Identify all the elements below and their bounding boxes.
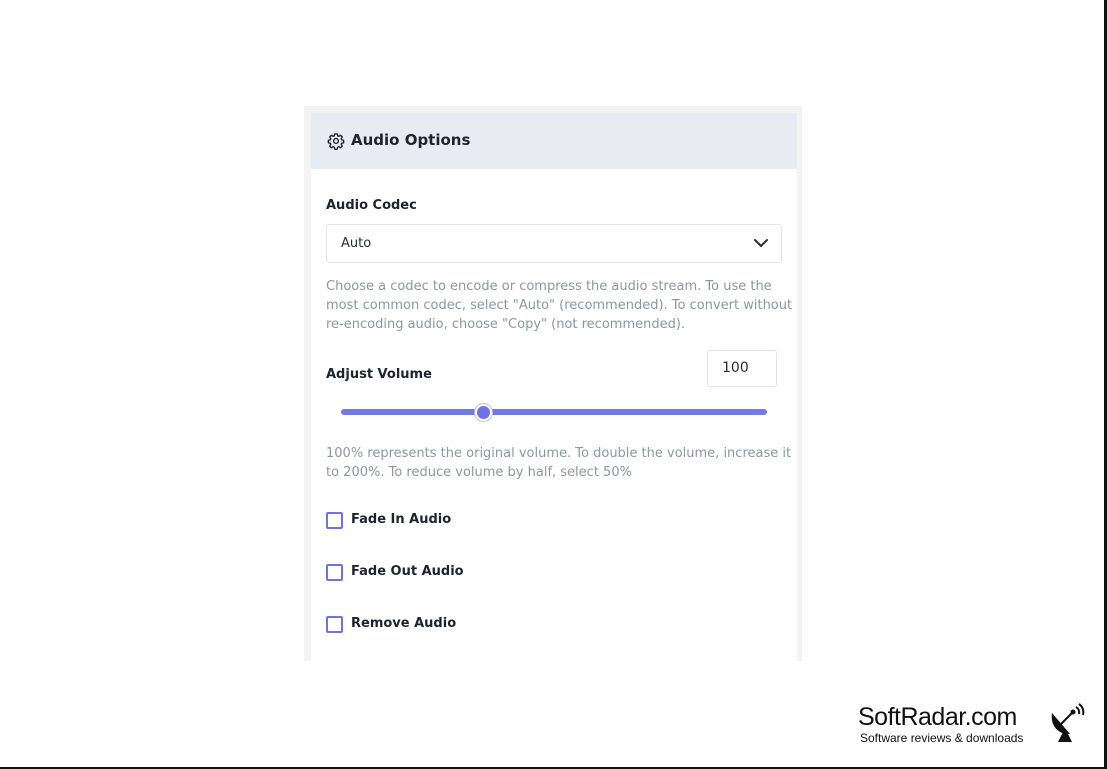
remove-audio-label[interactable]: Remove Audio <box>351 615 456 632</box>
watermark-tagline: Software reviews & downloads <box>860 731 1024 745</box>
volume-slider-track[interactable] <box>341 409 767 415</box>
audio-codec-select[interactable]: Auto <box>326 224 782 263</box>
remove-audio-checkbox[interactable] <box>326 616 343 633</box>
satellite-dish-icon <box>1051 703 1085 742</box>
volume-help-line: to 200%. To reduce volume by half, selec… <box>326 465 632 480</box>
audio-codec-label: Audio Codec <box>326 198 417 213</box>
adjust-volume-label: Adjust Volume <box>326 367 432 382</box>
softradar-watermark: SoftRadar.com Software reviews & downloa… <box>858 703 1088 749</box>
gear-icon <box>327 133 345 150</box>
card-header: Audio Options <box>311 113 797 169</box>
volume-slider-thumb[interactable] <box>474 404 492 421</box>
fade-out-audio-checkbox[interactable] <box>326 564 343 581</box>
audio-codec-help: Choose a codec to encode or compress the… <box>326 277 792 334</box>
audio-options-panel: Audio Options Audio Codec Auto Choose a … <box>304 106 802 661</box>
volume-help: 100% represents the original volume. To … <box>326 444 791 482</box>
volume-slider[interactable] <box>341 404 767 421</box>
fade-in-audio-label[interactable]: Fade In Audio <box>351 511 451 528</box>
watermark-name: SoftRadar.com <box>858 703 1017 731</box>
audio-codec-value: Auto <box>341 236 372 251</box>
volume-input[interactable]: 100 <box>707 350 777 387</box>
volume-value: 100 <box>722 360 749 376</box>
fade-in-audio-checkbox[interactable] <box>326 512 343 529</box>
audio-codec-help-line: Choose a codec to encode or compress the… <box>326 279 772 294</box>
fade-out-audio-label[interactable]: Fade Out Audio <box>351 563 464 580</box>
audio-codec-help-line: most common codec, select "Auto" (recomm… <box>326 298 793 313</box>
chevron-down-icon <box>754 239 768 247</box>
panel-title: Audio Options <box>351 131 471 149</box>
audio-options-card: Audio Options Audio Codec Auto Choose a … <box>311 113 797 661</box>
volume-help-line: 100% represents the original volume. To … <box>326 446 792 461</box>
audio-codec-help-line: re-encoding audio, choose "Copy" (not re… <box>326 317 686 332</box>
